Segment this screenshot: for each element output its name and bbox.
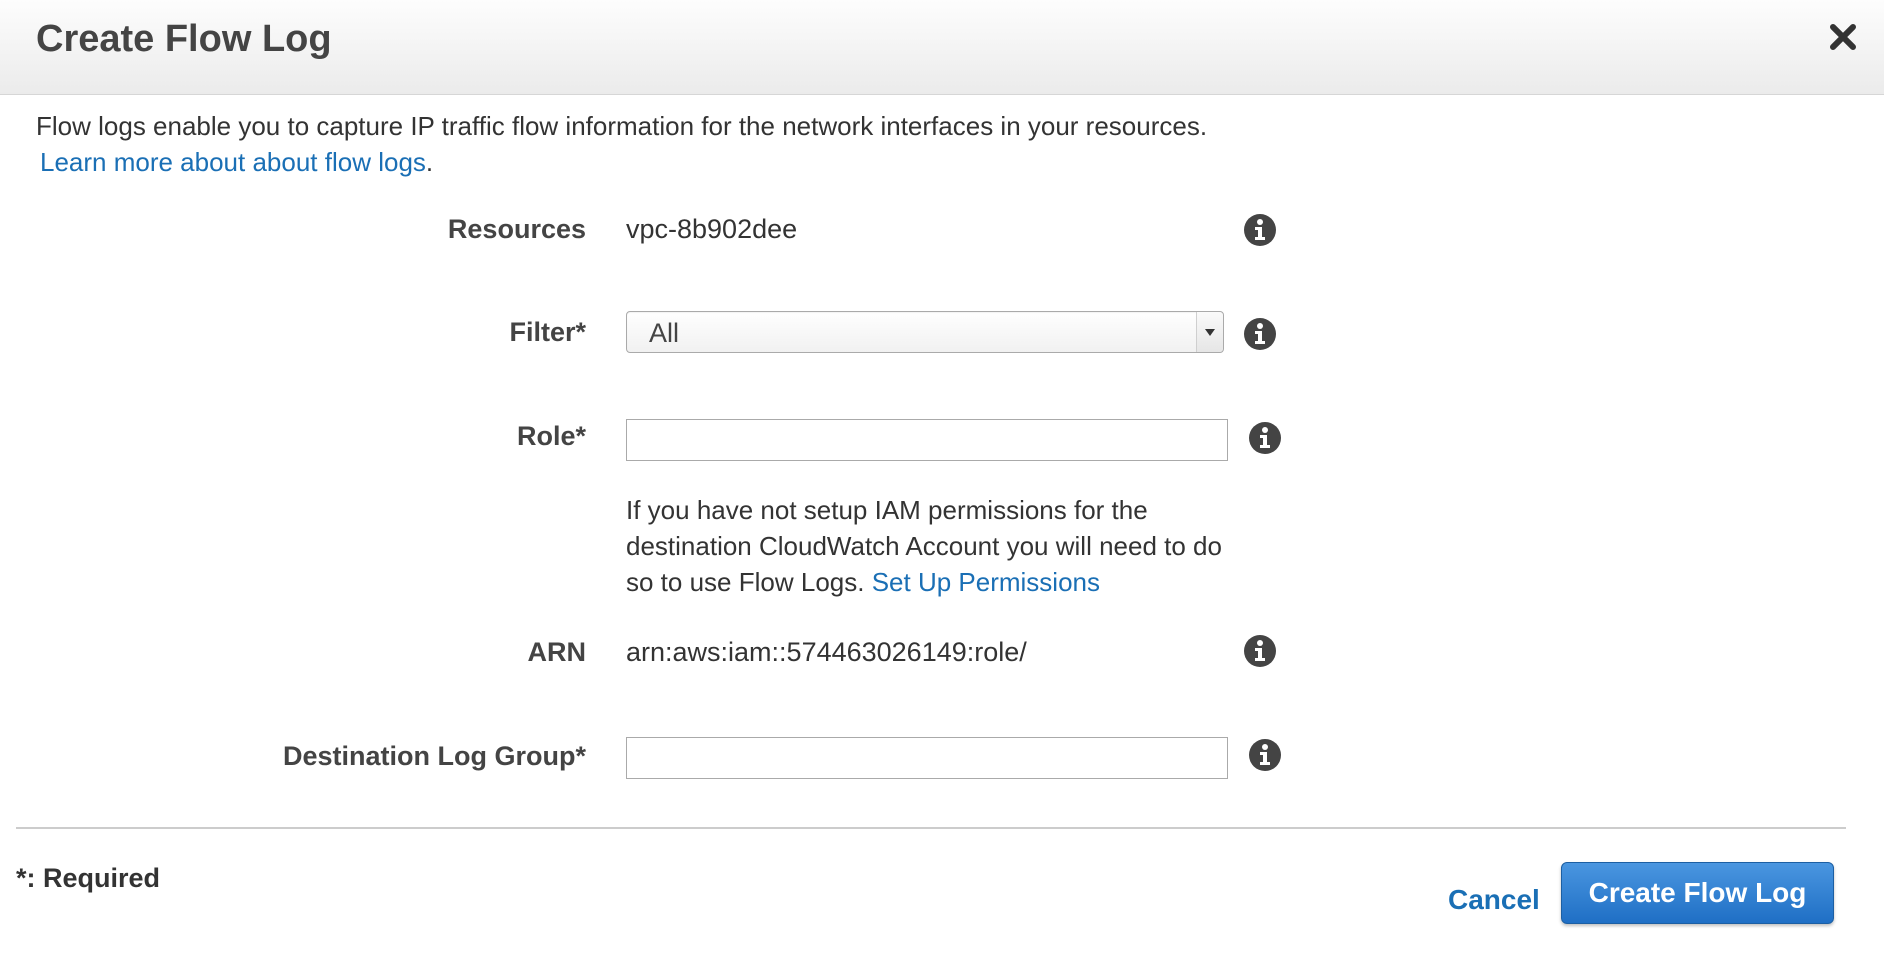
- info-icon[interactable]: [1243, 634, 1277, 668]
- create-flow-log-dialog: Create Flow Log Flow logs enable you to …: [0, 0, 1884, 954]
- dialog-title: Create Flow Log: [36, 18, 332, 60]
- required-note: *: Required: [16, 863, 161, 893]
- close-icon[interactable]: [1826, 20, 1860, 54]
- info-icon[interactable]: [1248, 738, 1282, 772]
- cancel-button[interactable]: Cancel: [1448, 884, 1540, 916]
- destination-log-group-label: Destination Log Group*: [283, 741, 586, 771]
- arn-label: ARN: [527, 637, 587, 667]
- role-input[interactable]: [626, 419, 1228, 461]
- resources-value: vpc-8b902dee: [626, 214, 798, 244]
- intro-text: Flow logs enable you to capture IP traff…: [36, 108, 1436, 180]
- resources-label: Resources: [447, 214, 586, 244]
- arn-value: arn:aws:iam::574463026149:role/: [626, 637, 1027, 667]
- filter-select[interactable]: All: [626, 311, 1224, 353]
- role-help-text: If you have not setup IAM permissions fo…: [626, 492, 1226, 600]
- create-flow-log-button[interactable]: Create Flow Log: [1561, 862, 1834, 924]
- intro-description: Flow logs enable you to capture IP traff…: [36, 111, 1208, 141]
- info-icon[interactable]: [1248, 421, 1282, 455]
- learn-more-link[interactable]: Learn more about about flow logs: [40, 147, 426, 177]
- footer-divider: [16, 827, 1846, 829]
- info-icon[interactable]: [1243, 213, 1277, 247]
- filter-selected-value: All: [649, 318, 680, 348]
- destination-log-group-input[interactable]: [626, 737, 1228, 779]
- role-label: Role*: [516, 421, 586, 451]
- intro-link-suffix: .: [425, 147, 434, 177]
- info-icon[interactable]: [1243, 317, 1277, 351]
- set-up-permissions-link[interactable]: Set Up Permissions: [872, 567, 1100, 597]
- filter-label: Filter*: [509, 317, 586, 347]
- intro-link-line: Learn more about about flow logs.: [40, 144, 1436, 180]
- dialog-header: Create Flow Log: [0, 0, 1884, 95]
- chevron-down-icon: [1196, 312, 1223, 352]
